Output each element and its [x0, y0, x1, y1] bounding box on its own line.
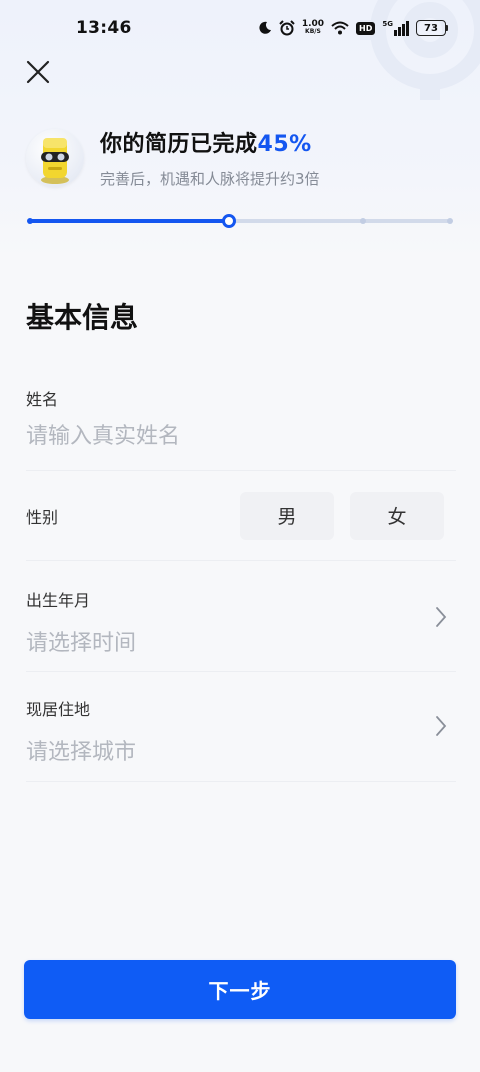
- section-title: 基本信息: [26, 301, 139, 334]
- birth-placeholder: 请选择时间: [26, 631, 137, 656]
- completion-title: 你的简历已完成45%: [100, 126, 320, 158]
- progress-bar: [27, 214, 453, 228]
- status-time: 13:46: [76, 18, 132, 38]
- gender-options: 男 女: [240, 491, 444, 540]
- battery-level: 73: [424, 22, 438, 34]
- progress-knob: [222, 214, 236, 228]
- chevron-right-icon: [436, 607, 447, 627]
- chevron-right-icon: [436, 716, 447, 736]
- alarm-icon: [279, 20, 295, 36]
- signal-label: 5G: [382, 19, 393, 28]
- avatar: [26, 128, 84, 187]
- completion-subtitle: 完善后，机遇和人脉将提升约3倍: [100, 170, 320, 188]
- gender-label: 性别: [26, 507, 59, 527]
- next-step-button[interactable]: 下一步: [24, 960, 456, 1019]
- progress-fill: [30, 219, 229, 223]
- mascot-avatar-icon: [41, 137, 69, 184]
- net-speed-unit: KB/S: [305, 28, 321, 35]
- progress-step-end: [447, 218, 453, 224]
- residence-label: 现居住地: [26, 700, 91, 719]
- progress-step-3: [360, 218, 366, 224]
- progress-step-start: [27, 218, 33, 224]
- gender-row: 性别 男 女: [26, 471, 456, 561]
- close-button[interactable]: [24, 58, 52, 86]
- status-icons: 1.00 KB/S HD 5G 73: [258, 20, 448, 36]
- wifi-icon: [331, 21, 349, 35]
- close-icon: [26, 60, 50, 84]
- battery-icon: 73: [416, 20, 448, 36]
- net-speed-value: 1.00: [301, 19, 325, 29]
- hd-badge: HD: [356, 21, 376, 35]
- name-input[interactable]: [26, 424, 406, 449]
- status-bar: 13:46 1.00 KB/S HD 5G 73: [0, 0, 480, 56]
- birth-row[interactable]: 出生年月 请选择时间: [26, 561, 456, 672]
- resume-progress-header: 你的简历已完成45% 完善后，机遇和人脉将提升约3倍: [26, 126, 320, 189]
- birth-label: 出生年月: [26, 591, 91, 610]
- name-label: 姓名: [26, 390, 59, 409]
- residence-row[interactable]: 现居住地 请选择城市: [26, 672, 456, 782]
- completion-percent: 45%: [257, 132, 312, 157]
- gender-option-male[interactable]: 男: [240, 491, 334, 540]
- signal-icon: 5G: [382, 19, 409, 36]
- completion-title-prefix: 你的简历已完成: [100, 132, 258, 157]
- residence-placeholder: 请选择城市: [26, 740, 137, 765]
- net-speed: 1.00 KB/S: [302, 20, 324, 36]
- moon-icon: [259, 21, 271, 34]
- gender-option-female[interactable]: 女: [350, 491, 444, 540]
- name-row: 姓名: [26, 386, 456, 471]
